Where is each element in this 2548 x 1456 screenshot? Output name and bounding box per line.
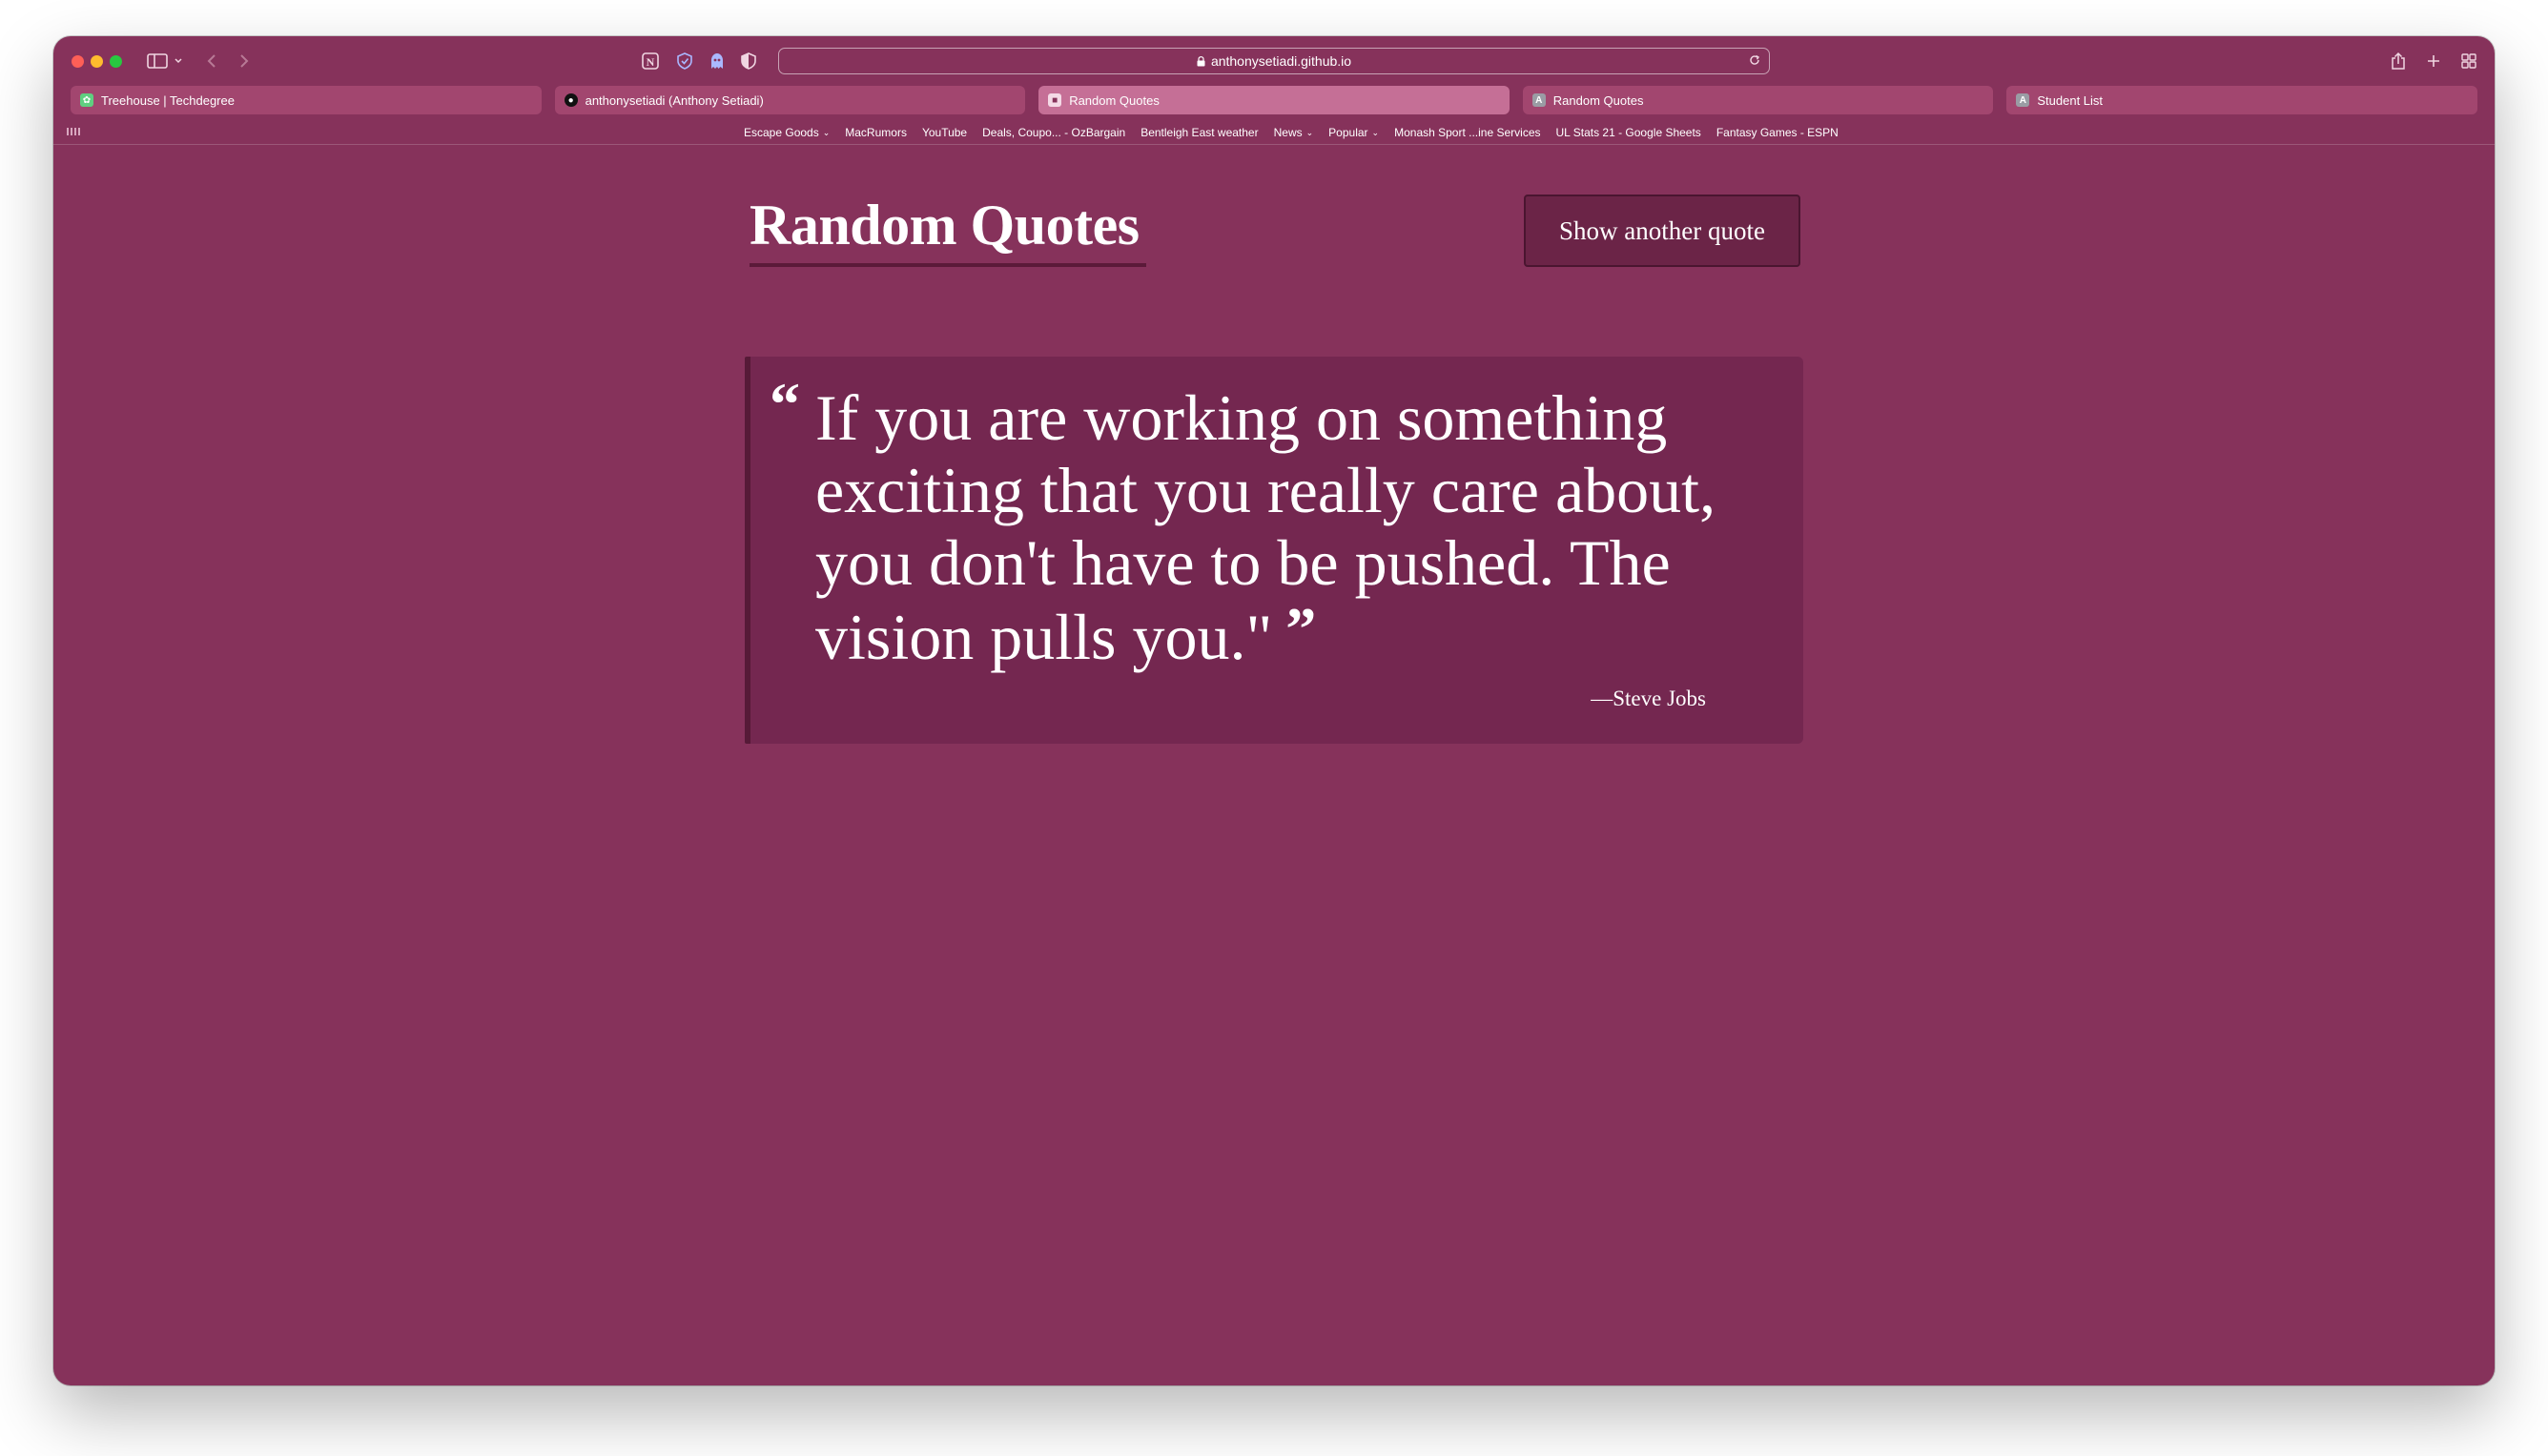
favorite-popular[interactable]: Popular ⌄ <box>1328 126 1379 139</box>
tab-overview-icon[interactable] <box>2460 48 2477 74</box>
tab-treehouse[interactable]: ✿ Treehouse | Techdegree <box>71 86 542 114</box>
chevron-down-icon[interactable] <box>174 48 183 74</box>
favorite-ozbargain[interactable]: Deals, Coupo... - OzBargain <box>982 126 1125 139</box>
zoom-window-button[interactable] <box>110 55 122 68</box>
tab-github[interactable]: ● anthonysetiadi (Anthony Setiadi) <box>554 86 1026 114</box>
chevron-down-icon: ⌄ <box>1371 127 1380 137</box>
reload-icon[interactable] <box>1748 53 1761 67</box>
privacy-extension-icon[interactable] <box>740 48 757 74</box>
github-icon: ● <box>564 93 578 107</box>
favorites-grid-icon[interactable] <box>67 127 82 136</box>
close-window-button[interactable] <box>72 55 84 68</box>
shield-extension-icon[interactable] <box>675 48 694 74</box>
tab-random-quotes[interactable]: A Random Quotes <box>1522 86 1994 114</box>
address-bar[interactable]: anthonysetiadi.github.io <box>778 48 1770 74</box>
tab-title: Treehouse | Techdegree <box>101 92 235 108</box>
lock-icon <box>1197 55 1205 66</box>
chevron-down-icon: ⌄ <box>1305 127 1314 137</box>
tab-random-quotes-active[interactable]: ■ Random Quotes <box>1038 86 1510 114</box>
quote-box: “ If you are working on something exciti… <box>745 357 1803 744</box>
share-icon[interactable] <box>2390 48 2407 74</box>
favorite-escape-goods[interactable]: Escape Goods ⌄ <box>744 126 830 139</box>
back-arrow-icon[interactable] <box>206 48 217 74</box>
close-quote-mark: ” <box>1285 595 1317 663</box>
notion-extension-icon[interactable]: N <box>641 48 660 74</box>
url-text: anthonysetiadi.github.io <box>1210 53 1352 69</box>
forward-arrow-icon[interactable] <box>238 48 250 74</box>
tab-title: Student List <box>2037 92 2104 108</box>
favorite-ul-stats[interactable]: UL Stats 21 - Google Sheets <box>1556 126 1701 139</box>
ghost-extension-icon[interactable] <box>708 48 727 74</box>
letter-a-icon: A <box>1531 93 1546 107</box>
tab-bar: ✿ Treehouse | Techdegree ● anthonysetiad… <box>71 86 2477 114</box>
quote-body: If you are working on something exciting… <box>815 381 1716 673</box>
quote-text: If you are working on something exciting… <box>815 381 1778 673</box>
favorite-youtube[interactable]: YouTube <box>922 126 967 139</box>
tab-title: Random Quotes <box>1552 92 1644 108</box>
quote-source: —Steve Jobs <box>1591 687 1706 710</box>
treehouse-icon: ✿ <box>80 93 93 107</box>
sidebar-toggle-icon[interactable] <box>147 48 168 74</box>
favorite-news[interactable]: News ⌄ <box>1274 126 1314 139</box>
site-icon: ■ <box>1048 93 1062 107</box>
tab-student-list[interactable]: A Student List <box>2006 86 2477 114</box>
new-tab-icon[interactable] <box>2426 48 2441 74</box>
favorite-espn[interactable]: Fantasy Games - ESPN <box>1716 126 1839 139</box>
favorite-monash-sport[interactable]: Monash Sport ...ine Services <box>1394 126 1540 139</box>
page-title: Random Quotes <box>750 194 1140 256</box>
chevron-down-icon: ⌄ <box>822 127 831 137</box>
favorite-macrumors[interactable]: MacRumors <box>845 126 907 139</box>
show-another-quote-button[interactable]: Show another quote <box>1524 195 1800 267</box>
letter-a-icon: A <box>2016 93 2030 107</box>
browser-window: N anthonysetiadi.github.io ✿ Treehouse |… <box>53 36 2495 1385</box>
browser-toolbar: N anthonysetiadi.github.io <box>53 36 2495 84</box>
favorite-weather[interactable]: Bentleigh East weather <box>1140 126 1258 139</box>
title-underline <box>750 263 1146 267</box>
tab-title: anthonysetiadi (Anthony Setiadi) <box>585 92 764 108</box>
open-quote-mark: “ <box>770 370 800 438</box>
tab-title: Random Quotes <box>1069 92 1160 108</box>
svg-text:N: N <box>647 55 655 69</box>
minimize-window-button[interactable] <box>91 55 103 68</box>
favorites-bar: Escape Goods ⌄ MacRumors YouTube Deals, C… <box>53 122 2495 145</box>
